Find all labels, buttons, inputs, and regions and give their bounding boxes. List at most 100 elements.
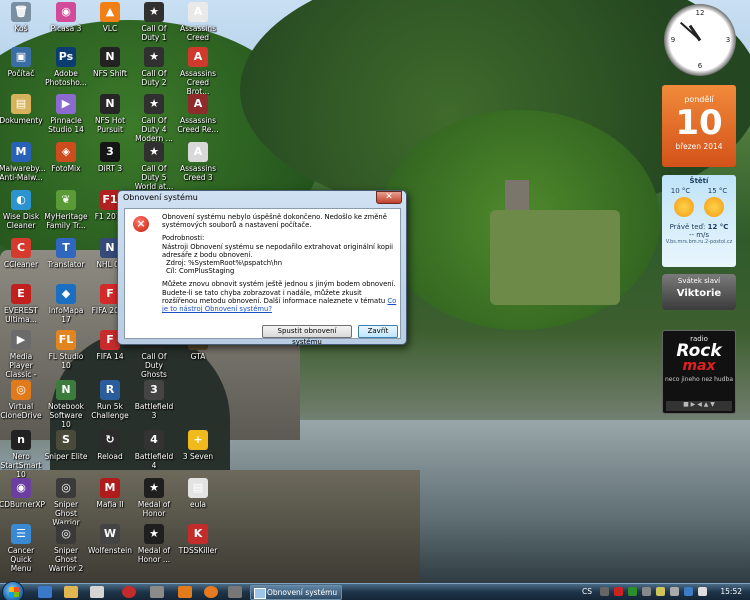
desktop-icon[interactable]: 4 Battlefield 4 xyxy=(132,430,176,470)
desktop-icon[interactable]: M Malwareby... Anti-Malw... xyxy=(0,142,46,182)
calendar-gadget[interactable]: pondělí 10 březen 2014 xyxy=(662,85,736,167)
desktop-icon[interactable]: 3 DiRT 3 xyxy=(88,142,132,173)
app-icon: 🗑 xyxy=(11,2,31,22)
app-icon: C xyxy=(11,238,31,258)
tray-icon[interactable] xyxy=(684,587,693,596)
app-icon: ☰ xyxy=(11,524,31,544)
start-restore-button[interactable]: Spustit obnovení systému xyxy=(262,325,352,346)
close-button[interactable]: Zavřít xyxy=(358,325,398,338)
app-icon: 3 xyxy=(144,380,164,400)
desktop-icon-label: eula xyxy=(189,500,207,509)
ie-icon[interactable] xyxy=(38,586,52,598)
network-icon[interactable] xyxy=(628,587,637,596)
weather-current: 12 °C xyxy=(707,223,729,231)
desktop-icon[interactable]: ◈ FotoMix xyxy=(44,142,88,173)
radio-controls[interactable]: ■ ▶ ◀ ▲ ▼ xyxy=(666,401,732,411)
app-icon: E xyxy=(11,284,31,304)
weather-low: 10 °C xyxy=(670,187,691,195)
desktop-icon[interactable]: +3 Seven xyxy=(176,430,220,461)
desktop-icon[interactable]: W Wolfenstein xyxy=(88,524,132,555)
desktop-icon[interactable]: ★ Call Of Duty 5 World at... xyxy=(132,142,176,191)
desktop-icon[interactable]: n Nero StartSmart 10 xyxy=(0,430,43,479)
desktop-icon[interactable]: T Translator xyxy=(44,238,88,269)
opera-icon[interactable] xyxy=(122,586,136,598)
desktop-icon[interactable]: 3 Battlefield 3 xyxy=(132,380,176,420)
vlc-icon[interactable] xyxy=(178,586,192,598)
tray-icon[interactable] xyxy=(642,587,651,596)
sun-icon xyxy=(704,197,725,217)
firefox-icon[interactable] xyxy=(204,586,218,598)
tray-icon[interactable] xyxy=(600,587,609,596)
desktop-icon[interactable]: C CCleaner xyxy=(0,238,43,269)
desktop-icon[interactable]: ◉ CDBurnerXP xyxy=(0,478,45,509)
volume-icon[interactable] xyxy=(670,587,679,596)
desktop-icon[interactable]: 🗑 Koš xyxy=(0,2,43,33)
app-icon[interactable] xyxy=(228,586,242,598)
desktop-icon[interactable]: S Sniper Elite xyxy=(44,430,88,461)
desktop-icon-label: Medal of Honor ... xyxy=(137,546,171,564)
desktop-icon[interactable]: ◎ Sniper Ghost Warrior 2 xyxy=(44,524,88,573)
clock-time[interactable]: 15:52 xyxy=(720,587,742,596)
radio-brand-rock: Rock xyxy=(676,341,722,361)
desktop-icon[interactable]: ▤ Dokumenty xyxy=(0,94,43,125)
desktop-icon[interactable]: ★ Call Of Duty 4 Modern ... xyxy=(132,94,176,143)
desktop-icon[interactable]: A Assassins Creed 3 xyxy=(176,142,220,182)
desktop-icon[interactable]: N Notebook Software 10 xyxy=(44,380,88,429)
desktop-icon[interactable]: ↻ Reload xyxy=(88,430,132,461)
app-icon: ▤ xyxy=(188,478,208,498)
desktop-icon[interactable]: A Assassins Creed Re... xyxy=(176,94,220,134)
desktop-icon-label: FIFA 14 xyxy=(96,352,124,361)
desktop-icon[interactable]: ◎ Sniper Ghost Warrior xyxy=(44,478,88,527)
desktop-icon[interactable]: ★ Call Of Duty 1 xyxy=(132,2,176,42)
clock-gadget[interactable]: 12 3 6 9 xyxy=(664,4,736,76)
calendar-month: březen 2014 xyxy=(675,142,723,151)
desktop-icon[interactable]: N NFS Hot Pursuit xyxy=(88,94,132,134)
weather-gadget[interactable]: Štětí 10 °C 15 °C Právě teď: 12 °C -- m/… xyxy=(662,175,736,267)
desktop-icon[interactable]: R Run 5k Challenge xyxy=(88,380,132,420)
explorer-icon[interactable] xyxy=(64,586,78,598)
radio-gadget[interactable]: radio Rock max neco jineho nez hudba ■ ▶… xyxy=(662,330,736,414)
desktop: 🗑 Koš ◉ Picasa 3 ▲ VLC ★ Call Of Duty 1 A Assassi… xyxy=(0,0,750,583)
nameday-name: Viktorie xyxy=(676,288,722,299)
desktop-icon[interactable]: Ps Adobe Photosho... xyxy=(44,47,88,87)
app-icon: ◆ xyxy=(56,284,76,304)
desktop-icon[interactable]: FL FL Studio 10 xyxy=(44,330,88,370)
system-restore-dialog: Obnovení systému ✕ × Obnovení systému ne… xyxy=(117,190,407,346)
tray-icon[interactable] xyxy=(614,587,623,596)
battery-icon[interactable] xyxy=(656,587,665,596)
desktop-icon-label: Picasa 3 xyxy=(50,24,82,33)
dialog-source: Zdroj: %SystemRoot%\pspatch\hn xyxy=(166,259,283,268)
desktop-icon[interactable]: ★ Call Of Duty 2 xyxy=(132,47,176,87)
desktop-icon[interactable]: ▣ Počítač xyxy=(0,47,43,78)
language-indicator[interactable]: CS xyxy=(582,587,592,596)
desktop-icon[interactable]: ☰ Cancer Quick Menu xyxy=(0,524,43,573)
taskbar-task-system-restore[interactable]: Obnovení systému xyxy=(250,585,342,600)
nameday-gadget[interactable]: Svátek slaví Viktorie xyxy=(662,274,736,310)
desktop-icon-label: NFS Hot Pursuit xyxy=(94,116,126,134)
desktop-icon[interactable]: K TDSSKiller xyxy=(176,524,220,555)
desktop-icon[interactable]: ▶ Pinnacle Studio 14 xyxy=(44,94,88,134)
app-icon[interactable] xyxy=(90,586,104,598)
dialog-hint: Můžete znovu obnovit systém ještě jednou… xyxy=(162,280,396,305)
desktop-icon[interactable]: ◐ Wise Disk Cleaner xyxy=(0,190,43,230)
desktop-icon[interactable]: ★ Medal of Honor ... xyxy=(132,524,176,564)
tray-icon[interactable] xyxy=(698,587,707,596)
desktop-icon[interactable]: A Assassins Creed xyxy=(176,2,220,42)
windows-logo-icon xyxy=(9,587,19,597)
start-button[interactable] xyxy=(2,581,24,600)
app-icon[interactable] xyxy=(150,586,164,598)
desktop-icon[interactable]: ▲ VLC xyxy=(88,2,132,33)
desktop-icon[interactable]: ❦ MyHeritage Family Tr... xyxy=(44,190,88,230)
dialog-close-button[interactable]: ✕ xyxy=(376,191,402,204)
desktop-icon[interactable]: ▤ eula xyxy=(176,478,220,509)
desktop-icon[interactable]: E EVEREST Ultima... xyxy=(0,284,43,324)
desktop-icon[interactable]: N NFS Shift xyxy=(88,47,132,78)
desktop-icon[interactable]: ◎ Virtual CloneDrive xyxy=(0,380,43,420)
nameday-label: Svátek slaví xyxy=(677,277,721,285)
desktop-icon[interactable]: ◉ Picasa 3 xyxy=(44,2,88,33)
desktop-icon[interactable]: ◆ InfoMapa 17 xyxy=(44,284,88,324)
desktop-icon[interactable]: A Assassins Creed Brot... xyxy=(176,47,220,96)
app-icon: ◐ xyxy=(11,190,31,210)
desktop-icon[interactable]: M Mafia II xyxy=(88,478,132,509)
desktop-icon[interactable]: ★ Medal of Honor xyxy=(132,478,176,518)
